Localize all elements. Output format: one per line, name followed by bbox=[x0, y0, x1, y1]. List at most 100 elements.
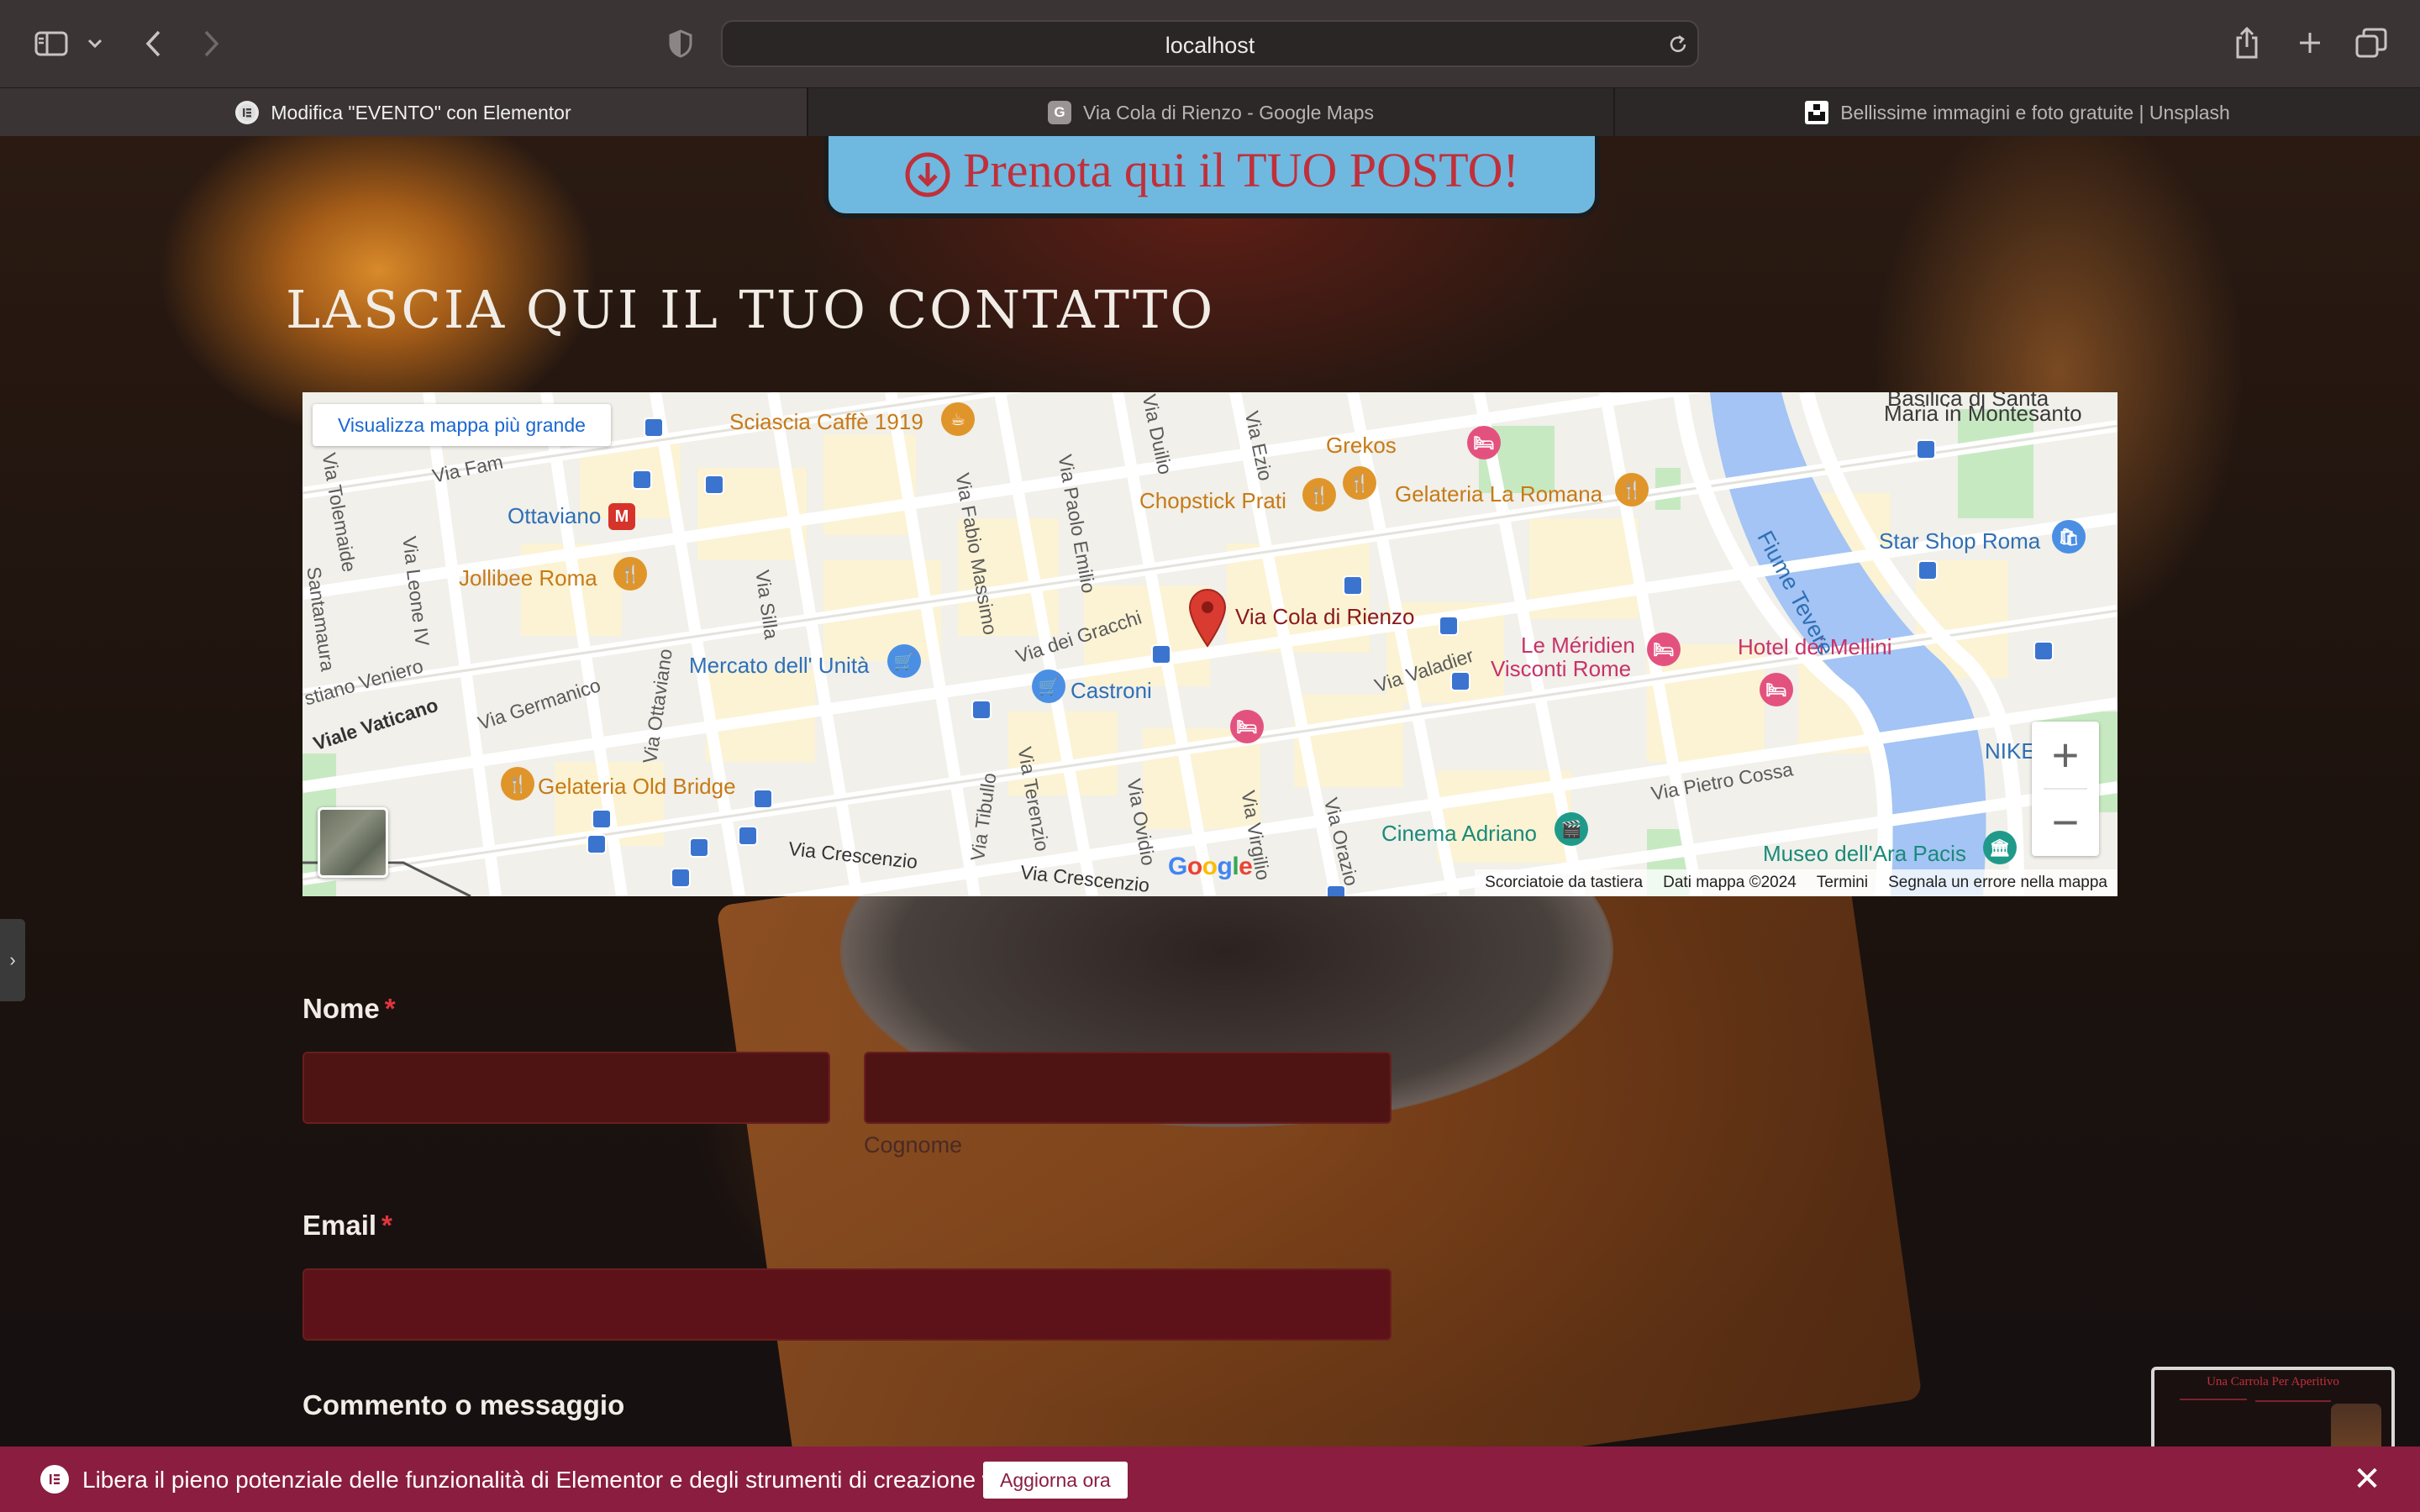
report-error-link[interactable]: Segnala un errore nella mappa bbox=[1888, 874, 2107, 892]
panel-toggle-handle[interactable]: › bbox=[0, 919, 25, 1001]
metro-icon[interactable]: M bbox=[608, 503, 635, 530]
place-chopstick[interactable]: Chopstick Prati bbox=[1139, 488, 1286, 514]
location-marker-icon[interactable] bbox=[1186, 587, 1228, 648]
share-icon[interactable] bbox=[2230, 24, 2264, 62]
bus-stop-icon[interactable] bbox=[2033, 641, 2054, 661]
bus-stop-icon[interactable] bbox=[1151, 644, 1171, 664]
bus-stop-icon[interactable] bbox=[738, 826, 758, 846]
reload-icon[interactable] bbox=[1664, 30, 1692, 59]
tab-elementor[interactable]: Modifica "EVENTO" con Elementor bbox=[0, 88, 807, 137]
hotel-pin-icon[interactable]: 🛏 bbox=[1467, 426, 1501, 459]
bus-stop-icon[interactable] bbox=[971, 700, 992, 720]
bus-stop-icon[interactable] bbox=[1343, 575, 1363, 596]
restaurant-pin-icon[interactable]: 🍴 bbox=[1343, 466, 1376, 500]
bus-stop-icon[interactable] bbox=[1450, 671, 1470, 691]
bus-stop-icon[interactable] bbox=[632, 470, 652, 490]
shopping-bag-pin-icon[interactable]: 🛍 bbox=[2052, 520, 2086, 554]
place-museo-ara-pacis[interactable]: Museo dell'Ara Pacis bbox=[1763, 841, 1966, 867]
place-cinema-adriano[interactable]: Cinema Adriano bbox=[1381, 821, 1537, 847]
embedded-map[interactable]: Sciascia Caffè 1919 ☕ Grekos Chopstick P… bbox=[302, 392, 2118, 896]
place-meridien-2[interactable]: Visconti Rome bbox=[1491, 656, 1631, 682]
message-label: Commento o messaggio bbox=[302, 1389, 625, 1420]
restaurant-pin-icon[interactable]: 🍴 bbox=[1615, 473, 1649, 507]
map-data-text: Dati mappa ©2024 bbox=[1663, 874, 1797, 891]
place-meridien[interactable]: Le Méridien bbox=[1521, 633, 1635, 659]
cinema-pin-icon[interactable]: 🎬 bbox=[1555, 812, 1588, 846]
booking-button[interactable]: Prenota qui il TUO POSTO! bbox=[823, 136, 1600, 218]
elementor-logo-icon bbox=[40, 1465, 69, 1494]
restaurant-pin-icon[interactable]: 🍴 bbox=[501, 767, 534, 801]
zoom-out-button[interactable]: − bbox=[2032, 789, 2099, 856]
email-input[interactable] bbox=[302, 1268, 1392, 1341]
bus-stop-icon[interactable] bbox=[592, 809, 612, 829]
tab-unsplash[interactable]: Bellissime immagini e foto gratuite | Un… bbox=[1613, 88, 2420, 137]
upgrade-now-button[interactable]: Aggiorna ora bbox=[983, 1462, 1128, 1499]
place-gelateria-old-bridge[interactable]: Gelateria Old Bridge bbox=[538, 774, 736, 800]
place-gelateria-romana[interactable]: Gelateria La Romana bbox=[1395, 481, 1602, 507]
cafe-pin-icon[interactable]: ☕ bbox=[941, 402, 975, 436]
place-grekos[interactable]: Grekos bbox=[1326, 433, 1397, 459]
last-name-input[interactable] bbox=[864, 1052, 1392, 1124]
page-preview-thumbnail[interactable]: Una Carrola Per Aperitivo bbox=[2151, 1367, 2395, 1446]
tab-title: Bellissime immagini e foto gratuite | Un… bbox=[1840, 101, 2230, 123]
bus-stop-icon[interactable] bbox=[1916, 439, 1936, 459]
sidebar-icon[interactable] bbox=[32, 27, 71, 60]
bus-stop-icon[interactable] bbox=[704, 475, 724, 495]
place-nike[interactable]: NIKE bbox=[1985, 738, 2036, 764]
browser-toolbar: localhost bbox=[0, 0, 2420, 87]
bus-stop-icon[interactable] bbox=[689, 837, 709, 858]
chevron-down-icon[interactable] bbox=[84, 30, 106, 57]
hotel-pin-icon[interactable]: 🛏 bbox=[1647, 633, 1681, 666]
first-name-input[interactable] bbox=[302, 1052, 830, 1124]
satellite-toggle[interactable] bbox=[318, 807, 388, 878]
elementor-icon bbox=[235, 101, 260, 124]
place-basilica-2[interactable]: Maria in Montesanto bbox=[1884, 401, 2082, 427]
required-mark: * bbox=[381, 1210, 392, 1241]
shopping-cart-pin-icon[interactable]: 🛒 bbox=[887, 644, 921, 678]
bus-stop-icon[interactable] bbox=[1918, 560, 1938, 580]
place-jollibee[interactable]: Jollibee Roma bbox=[459, 565, 597, 591]
tab-title: Via Cola di Rienzo - Google Maps bbox=[1082, 101, 1375, 123]
close-icon[interactable]: ✕ bbox=[2348, 1460, 2386, 1499]
email-label: Email * bbox=[302, 1210, 392, 1242]
keyboard-shortcuts-link[interactable]: Scorciatoie da tastiera bbox=[1485, 874, 1643, 892]
bus-stop-icon[interactable] bbox=[671, 868, 691, 888]
email-label-text: Email bbox=[302, 1210, 377, 1241]
shopping-cart-pin-icon[interactable]: 🛒 bbox=[1032, 669, 1065, 703]
tab-google-maps[interactable]: G Via Cola di Rienzo - Google Maps bbox=[807, 88, 1613, 137]
place-mercato[interactable]: Mercato dell' Unità bbox=[689, 653, 870, 679]
restaurant-pin-icon[interactable]: 🍴 bbox=[613, 557, 647, 591]
google-logo: Google bbox=[1168, 853, 1253, 880]
bus-stop-icon[interactable] bbox=[753, 789, 773, 809]
download-circle-icon bbox=[905, 152, 950, 197]
bus-stop-icon[interactable] bbox=[587, 834, 607, 854]
preview-title: Una Carrola Per Aperitivo bbox=[2207, 1375, 2339, 1389]
back-icon[interactable] bbox=[138, 25, 168, 62]
place-star-shop[interactable]: Star Shop Roma bbox=[1879, 528, 2040, 554]
zoom-control: + − bbox=[2032, 722, 2099, 856]
view-larger-map-link[interactable]: Visualizza mappa più grande bbox=[313, 404, 611, 446]
unsplash-icon bbox=[1805, 101, 1829, 124]
place-sciascia[interactable]: Sciascia Caffè 1919 bbox=[729, 409, 923, 435]
new-tab-icon[interactable] bbox=[2294, 27, 2326, 59]
address-bar[interactable]: localhost bbox=[721, 20, 1699, 67]
tabs-overview-icon[interactable] bbox=[2353, 25, 2390, 60]
restaurant-pin-icon[interactable]: 🍴 bbox=[1302, 478, 1336, 512]
forward-icon[interactable] bbox=[197, 25, 227, 62]
name-label: Nome * bbox=[302, 993, 396, 1025]
bus-stop-icon[interactable] bbox=[644, 417, 664, 438]
banner-text: Libera il pieno potenziale delle funzion… bbox=[82, 1467, 1033, 1493]
url-text: localhost bbox=[1165, 33, 1255, 58]
map-footer: Scorciatoie da tastiera Dati mappa ©2024… bbox=[1475, 869, 2118, 896]
shield-icon[interactable] bbox=[664, 27, 697, 60]
place-ottaviano[interactable]: Ottaviano bbox=[508, 503, 601, 529]
marker-label[interactable]: Via Cola di Rienzo bbox=[1235, 604, 1414, 630]
place-castroni[interactable]: Castroni bbox=[1071, 678, 1152, 704]
hotel-pin-icon[interactable]: 🛏 bbox=[1760, 673, 1793, 706]
hotel-pin-icon[interactable]: 🛏 bbox=[1230, 710, 1264, 743]
museum-pin-icon[interactable]: 🏛 bbox=[1983, 831, 2017, 864]
zoom-in-button[interactable]: + bbox=[2032, 722, 2099, 789]
bus-stop-icon[interactable] bbox=[1326, 885, 1346, 896]
terms-link[interactable]: Termini bbox=[1817, 874, 1868, 892]
bus-stop-icon[interactable] bbox=[1439, 616, 1459, 636]
